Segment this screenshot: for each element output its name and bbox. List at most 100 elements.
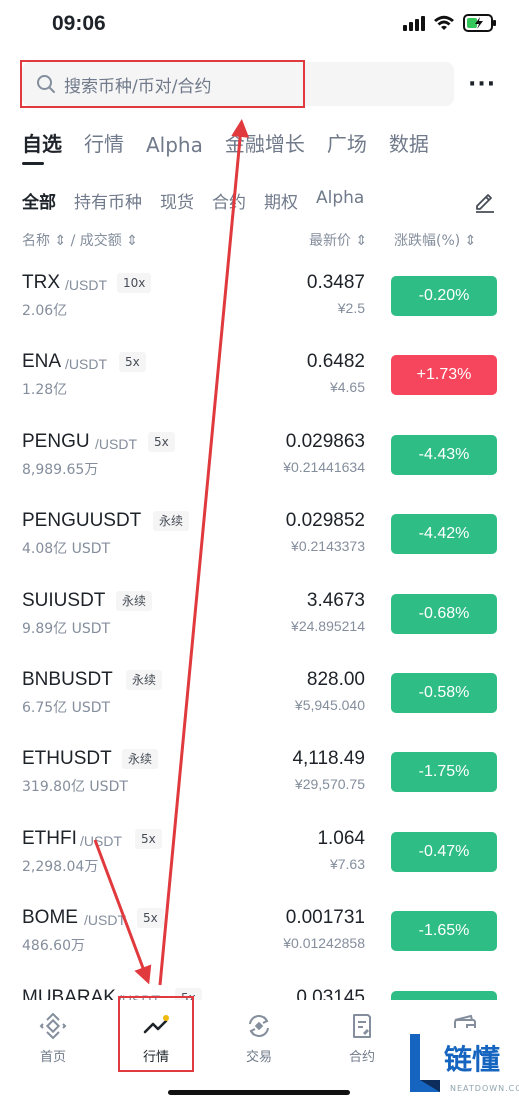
leverage-badge: 5x [135, 828, 162, 849]
tab-square[interactable]: 广场 [327, 128, 367, 157]
tab-alpha[interactable]: Alpha [146, 133, 203, 157]
pair-symbol: ENA [22, 351, 62, 373]
pair-symbol: TRX [22, 272, 60, 293]
cellular-signal-icon [403, 15, 425, 31]
change-badge[interactable]: -4.43% [391, 434, 497, 475]
edit-icon[interactable] [473, 189, 497, 213]
perpetual-badge: 永续 [122, 749, 159, 770]
pair-quote: /USDT [84, 912, 126, 929]
pair-symbol: BNBUSDT [22, 668, 113, 690]
home-indicator [168, 1090, 350, 1095]
subtab-alpha[interactable]: Alpha [316, 188, 364, 213]
price-cny: ¥0.01242858 [283, 935, 365, 952]
pair-volume: 6.75亿 USDT [22, 699, 111, 716]
change-badge[interactable]: -0.47% [391, 831, 497, 872]
pair-symbol: ETHUSDT [22, 748, 112, 770]
column-change[interactable]: 涨跌幅(%) ⇕ [394, 230, 476, 250]
table-row[interactable]: PENGU /USDT 5x 8,989.65万 0.029863 ¥0.214… [0, 415, 519, 494]
price-cny: ¥0.21441634 [283, 458, 365, 475]
pair-volume: 1.28亿 [22, 382, 68, 399]
perpetual-badge: 永续 [126, 669, 163, 690]
change-badge[interactable]: +1.73% [391, 355, 497, 396]
last-price: 0.6482 [306, 351, 365, 373]
watermark: 链懂 NEATDOWN.COM [404, 1028, 519, 1102]
subtab-all[interactable]: 全部 [22, 188, 56, 213]
nav-markets[interactable]: 行情 [116, 1012, 196, 1065]
watermark-logo-icon [410, 1034, 440, 1092]
subtab-holdings[interactable]: 持有币种 [74, 188, 142, 213]
status-icons [403, 14, 497, 32]
tab-finance-growth[interactable]: 金融增长 [225, 128, 305, 157]
sub-tabs: 全部 持有币种 现货 合约 期权 Alpha [22, 188, 364, 213]
pair-quote: /USDT [95, 435, 137, 452]
wifi-icon [434, 15, 454, 30]
leverage-badge: 5x [119, 352, 146, 373]
table-row[interactable]: BOME /USDT 5x 486.60万 0.001731 ¥0.012428… [0, 891, 519, 970]
last-price: 828.00 [306, 668, 365, 690]
table-row[interactable]: TRX /USDT 10x 2.06亿 0.3487 ¥2.5 -0.20% [0, 256, 519, 335]
status-time: 09:06 [52, 12, 106, 35]
price-cny: ¥7.63 [329, 855, 365, 872]
leverage-badge: 10x [117, 273, 152, 293]
last-price: 0.001731 [285, 907, 365, 929]
column-last-price[interactable]: 最新价 ⇕ [309, 230, 367, 250]
watermark-text: 链懂 [444, 1043, 501, 1076]
nav-home[interactable]: 首页 [13, 1012, 93, 1065]
change-badge[interactable]: -1.65% [391, 911, 497, 952]
pair-quote: /USDT [80, 832, 122, 849]
search-input[interactable]: 搜索币种/币对/合约 [22, 62, 454, 106]
leverage-badge: 5x [148, 431, 175, 452]
last-price: 1.064 [317, 827, 365, 849]
price-cny: ¥2.5 [337, 300, 365, 316]
table-row[interactable]: ENA /USDT 5x 1.28亿 0.6482 ¥4.65 +1.73% [0, 335, 519, 414]
change-badge[interactable]: -0.20% [391, 276, 497, 316]
tab-data[interactable]: 数据 [389, 128, 429, 157]
more-options-button[interactable]: ··· [468, 72, 496, 97]
table-row[interactable]: BNBUSDT 永续 6.75亿 USDT 828.00 ¥5,945.040 … [0, 653, 519, 732]
nav-trade-label: 交易 [245, 1050, 272, 1065]
change-badge[interactable]: -1.75% [391, 752, 497, 793]
nav-home-label: 首页 [39, 1050, 66, 1065]
status-bar: 09:06 [0, 0, 519, 52]
perpetual-badge: 永续 [153, 511, 190, 532]
tab-favorites[interactable]: 自选 [22, 128, 62, 165]
nav-contracts[interactable]: 合约 [322, 1012, 402, 1065]
change-badge[interactable]: -4.42% [391, 514, 497, 555]
subtab-futures[interactable]: 合约 [212, 188, 246, 213]
battery-charging-icon [463, 14, 496, 32]
table-row[interactable]: PENGUUSDT 永续 4.08亿 USDT 0.029852 ¥0.2143… [0, 494, 519, 573]
main-tabs: 自选 行情 Alpha 金融增长 广场 数据 [22, 128, 429, 165]
change-badge[interactable]: -0.68% [391, 593, 497, 634]
column-name-volume[interactable]: 名称 ⇕ / 成交额 ⇕ [22, 230, 138, 250]
pair-volume: 486.60万 [22, 938, 85, 955]
last-price: 0.3487 [306, 272, 365, 293]
leverage-badge: 5x [137, 908, 164, 929]
nav-markets-label: 行情 [142, 1050, 169, 1065]
pair-symbol: BOME [22, 907, 78, 929]
table-row[interactable]: ETHFI /USDT 5x 2,298.04万 1.064 ¥7.63 -0.… [0, 812, 519, 891]
pair-quote: /USDT [65, 277, 107, 293]
pair-symbol: PENGU [22, 430, 90, 452]
table-row[interactable]: ETHUSDT 永续 319.80亿 USDT 4,118.49 ¥29,570… [0, 732, 519, 811]
pair-symbol: SUIUSDT [22, 589, 106, 611]
subtab-options[interactable]: 期权 [264, 188, 298, 213]
change-badge[interactable]: -0.58% [391, 672, 497, 713]
watermark-url: NEATDOWN.COM [450, 1084, 519, 1093]
search-placeholder: 搜索币种/币对/合约 [64, 76, 212, 97]
price-cny: ¥4.65 [329, 379, 365, 396]
column-headers: 名称 ⇕ / 成交额 ⇕ 最新价 ⇕ 涨跌幅(%) ⇕ [22, 230, 497, 252]
tab-markets[interactable]: 行情 [84, 128, 124, 157]
last-price: 0.029863 [285, 430, 365, 452]
pair-quote: /USDT [65, 356, 107, 373]
market-list: TRX /USDT 10x 2.06亿 0.3487 ¥2.5 -0.20% E… [0, 256, 519, 1050]
contract-document-icon [353, 1014, 371, 1038]
nav-trade[interactable]: 交易 [219, 1012, 299, 1065]
subtab-spot[interactable]: 现货 [160, 188, 194, 213]
binance-logo-icon [39, 1012, 67, 1040]
last-price: 4,118.49 [292, 748, 365, 770]
pair-volume: 2,298.04万 [22, 858, 99, 875]
price-cny: ¥29,570.75 [294, 776, 365, 793]
table-row[interactable]: SUIUSDT 永续 9.89亿 USDT 3.4673 ¥24.895214 … [0, 574, 519, 653]
price-cny: ¥5,945.040 [294, 696, 365, 713]
pair-volume: 2.06亿 [22, 303, 68, 319]
